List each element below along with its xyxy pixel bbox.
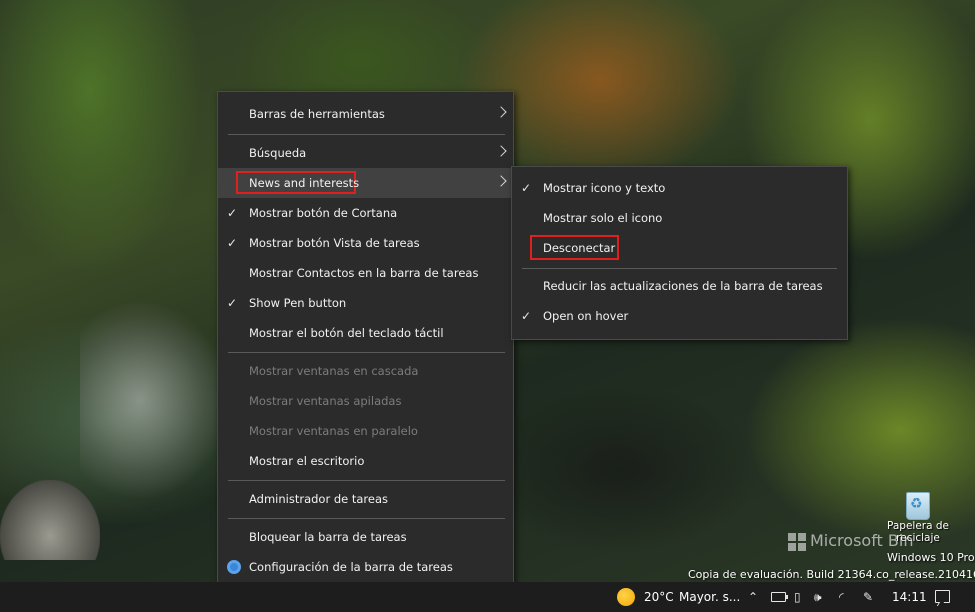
submenu-separator (522, 268, 837, 269)
submenu-item-label: Open on hover (543, 309, 629, 323)
menu-separator (228, 134, 505, 135)
chevron-up-icon[interactable]: ⌃ (748, 589, 758, 605)
weather-text[interactable]: Mayor. s... (679, 582, 740, 612)
device-icon[interactable]: ▯ (794, 589, 801, 605)
menu-item-show-contacts[interactable]: Mostrar Contactos en la barra de tareas (218, 258, 513, 288)
taskbar[interactable]: 20°C Mayor. s... ⌃ ▯ 🕪 ◜ ✎ 14:11 (0, 582, 975, 612)
news-and-interests-submenu: ✓ Mostrar icono y texto Mostrar solo el … (511, 166, 848, 340)
menu-item-search[interactable]: Búsqueda (218, 138, 513, 168)
menu-item-label: Mostrar ventanas apiladas (249, 394, 402, 408)
submenu-item-show-icon-and-text[interactable]: ✓ Mostrar icono y texto (512, 173, 847, 203)
notification-icon[interactable] (935, 590, 950, 603)
checkmark-icon: ✓ (227, 236, 238, 250)
menu-item-label: Mostrar el botón del teclado táctil (249, 326, 444, 340)
menu-item-label: Mostrar ventanas en cascada (249, 364, 419, 378)
submenu-item-label: Mostrar icono y texto (543, 181, 666, 195)
submenu-item-show-icon-only[interactable]: Mostrar solo el icono (512, 203, 847, 233)
menu-item-show-cortana[interactable]: ✓ Mostrar botón de Cortana (218, 198, 513, 228)
watermark-edition: Windows 10 Pro (887, 551, 975, 564)
pen-icon[interactable]: ✎ (863, 589, 873, 605)
menu-item-label: Show Pen button (249, 296, 347, 310)
taskbar-context-menu: Barras de herramientas Búsqueda News and… (217, 91, 514, 590)
taskbar-clock[interactable]: 14:11 (892, 582, 927, 612)
watermark-brand: Microsoft Bin (810, 531, 914, 550)
menu-item-label: Configuración de la barra de tareas (249, 560, 453, 574)
volume-icon[interactable]: 🕪 (814, 589, 822, 605)
submenu-item-turn-off[interactable]: Desconectar (512, 233, 847, 263)
menu-item-show-desktop[interactable]: Mostrar el escritorio (218, 446, 513, 476)
menu-item-show-task-view[interactable]: ✓ Mostrar botón Vista de tareas (218, 228, 513, 258)
microsoft-logo-icon (788, 533, 807, 552)
chevron-right-icon (495, 106, 507, 118)
menu-item-task-manager[interactable]: Administrador de tareas (218, 484, 513, 514)
wallpaper-rock (0, 480, 100, 560)
menu-item-toolbars[interactable]: Barras de herramientas (218, 99, 513, 129)
menu-item-label: Bloquear la barra de tareas (249, 530, 407, 544)
menu-item-label: Barras de herramientas (249, 107, 385, 121)
checkmark-icon: ✓ (521, 181, 532, 195)
chevron-right-icon (495, 145, 507, 157)
menu-separator (228, 518, 505, 519)
gear-icon (227, 560, 241, 574)
menu-item-stack-windows: Mostrar ventanas apiladas (218, 386, 513, 416)
menu-item-label: Mostrar botón de Cortana (249, 206, 398, 220)
checkmark-icon: ✓ (227, 296, 238, 310)
chevron-right-icon (495, 175, 507, 187)
menu-item-show-touch-keyboard[interactable]: Mostrar el botón del teclado táctil (218, 318, 513, 348)
menu-item-label: News and interests (249, 176, 360, 190)
submenu-item-open-on-hover[interactable]: ✓ Open on hover (512, 301, 847, 331)
menu-item-lock-taskbar[interactable]: Bloquear la barra de tareas (218, 522, 513, 552)
weather-sun-icon[interactable] (617, 588, 635, 606)
menu-separator (228, 352, 505, 353)
watermark-build: Copia de evaluación. Build 21364.co_rele… (688, 568, 975, 581)
submenu-item-label: Reducir las actualizaciones de la barra … (543, 279, 823, 293)
battery-icon[interactable] (771, 592, 788, 602)
wifi-icon[interactable]: ◜ (839, 589, 844, 605)
menu-item-show-pen[interactable]: ✓ Show Pen button (218, 288, 513, 318)
menu-item-cascade-windows: Mostrar ventanas en cascada (218, 356, 513, 386)
menu-item-label: Administrador de tareas (249, 492, 389, 506)
menu-item-label: Búsqueda (249, 146, 307, 160)
submenu-item-label: Desconectar (543, 241, 616, 255)
submenu-item-label: Mostrar solo el icono (543, 211, 663, 225)
menu-item-label: Mostrar ventanas en paralelo (249, 424, 418, 438)
recycle-bin-icon (906, 492, 930, 520)
weather-temperature[interactable]: 20°C (644, 582, 674, 612)
menu-item-label: Mostrar el escritorio (249, 454, 365, 468)
menu-item-news-and-interests[interactable]: News and interests (218, 168, 513, 198)
menu-item-label: Mostrar Contactos en la barra de tareas (249, 266, 479, 280)
checkmark-icon: ✓ (227, 206, 238, 220)
menu-item-taskbar-settings[interactable]: Configuración de la barra de tareas (218, 552, 513, 582)
wallpaper-water (80, 300, 230, 500)
menu-item-side-by-side-windows: Mostrar ventanas en paralelo (218, 416, 513, 446)
submenu-item-reduce-updates[interactable]: Reducir las actualizaciones de la barra … (512, 271, 847, 301)
checkmark-icon: ✓ (521, 309, 532, 323)
menu-item-label: Mostrar botón Vista de tareas (249, 236, 420, 250)
menu-separator (228, 480, 505, 481)
